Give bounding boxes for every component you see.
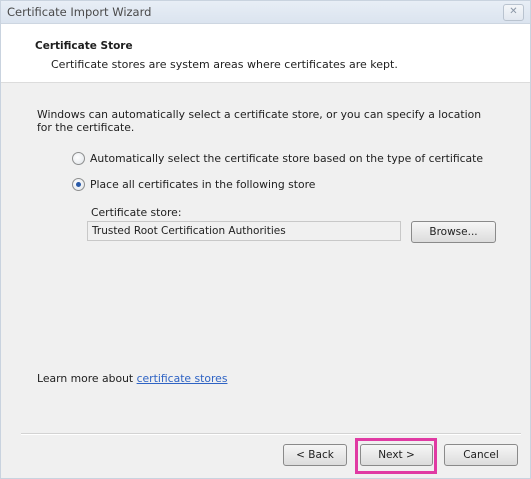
auto-select-store-option[interactable]: Automatically select the certificate sto…	[72, 151, 483, 165]
browse-button[interactable]: Browse...	[411, 221, 496, 243]
window-title: Certificate Import Wizard	[7, 5, 152, 19]
place-in-store-label: Place all certificates in the following …	[90, 177, 316, 191]
wizard-content: Windows can automatically select a certi…	[1, 83, 530, 423]
close-icon: ✕	[509, 6, 518, 17]
back-button[interactable]: < Back	[283, 444, 347, 466]
certificate-import-wizard-window: Certificate Import Wizard ✕ Certificate …	[0, 0, 531, 479]
auto-select-radio[interactable]	[72, 151, 85, 165]
certificate-stores-link[interactable]: certificate stores	[137, 372, 228, 385]
next-button-highlight	[355, 438, 437, 474]
learn-more-prefix: Learn more about	[37, 372, 137, 385]
footer-separator	[21, 433, 521, 435]
auto-select-label: Automatically select the certificate sto…	[90, 151, 484, 165]
learn-more-text: Learn more about certificate stores	[37, 372, 227, 385]
close-button[interactable]: ✕	[503, 4, 524, 21]
page-description: Certificate stores are system areas wher…	[51, 58, 398, 71]
intro-text: Windows can automatically select a certi…	[37, 108, 482, 134]
place-in-store-option[interactable]: Place all certificates in the following …	[72, 177, 315, 191]
certificate-store-field: Trusted Root Certification Authorities	[87, 221, 401, 241]
place-in-store-radio[interactable]	[72, 177, 85, 191]
cancel-button[interactable]: Cancel	[444, 444, 518, 466]
wizard-header: Certificate Store Certificate stores are…	[1, 24, 530, 83]
page-title: Certificate Store	[35, 40, 133, 52]
certificate-store-label: Certificate store:	[91, 206, 182, 219]
title-bar: Certificate Import Wizard ✕	[1, 1, 530, 24]
